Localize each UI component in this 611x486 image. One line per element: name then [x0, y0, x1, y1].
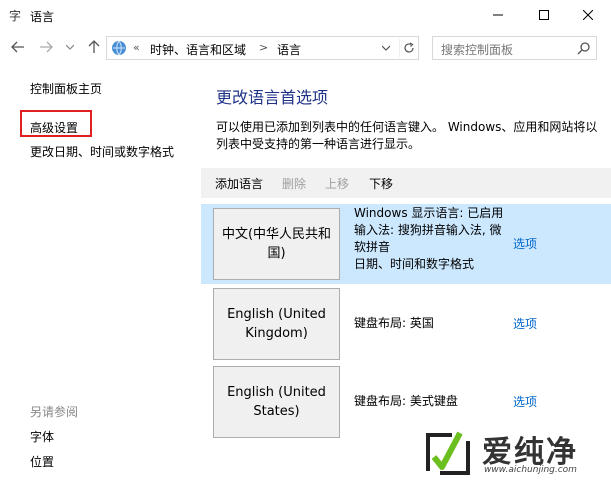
recent-locations-button[interactable]	[60, 37, 80, 57]
change-date-time-format-link[interactable]: 更改日期、时间或数字格式	[30, 143, 174, 160]
options-link[interactable]: 选项	[513, 393, 537, 410]
language-details: Windows 显示语言: 已启用 输入法: 搜狗拼音输入法, 微软拼音 日期、…	[354, 205, 504, 273]
forward-button[interactable]	[36, 37, 56, 57]
watermark: 爱纯净 www.aichunjing.com	[420, 425, 608, 483]
format-info: 日期、时间和数字格式	[354, 257, 475, 271]
breadcrumb-language[interactable]: 语言	[277, 41, 301, 58]
navigation-bar: « 时钟、语言和区域 > 语言 搜索控制面板	[0, 32, 611, 62]
keyboard-layout-info: 键盘布局: 美式键盘	[354, 394, 458, 408]
control-panel-icon	[110, 39, 128, 57]
address-dropdown-button[interactable]	[377, 39, 395, 57]
keyboard-layout-info: 键盘布局: 英国	[354, 316, 434, 330]
back-button[interactable]	[8, 37, 28, 57]
window-title: 语言	[30, 10, 55, 24]
up-button[interactable]	[84, 37, 104, 57]
control-panel-home-link[interactable]: 控制面板主页	[30, 80, 102, 97]
svg-text:字: 字	[9, 8, 21, 22]
page-description: 可以使用已添加到列表中的任何语言键入。 Windows、应用和网站将以列表中受支…	[216, 120, 598, 151]
chevron-down-icon	[382, 45, 390, 51]
advanced-settings-link[interactable]: 高级设置	[30, 119, 78, 136]
language-icon: 字	[8, 8, 22, 23]
input-method-info: 输入法: 搜狗拼音输入法, 微软拼音	[354, 223, 502, 254]
arrow-up-icon	[88, 40, 100, 53]
language-details: 键盘布局: 美式键盘	[354, 393, 504, 410]
refresh-button[interactable]	[399, 39, 417, 57]
see-also-heading: 另请参阅	[30, 405, 79, 419]
language-toolbar: 添加语言 删除 上移 下移	[201, 168, 611, 198]
page-title: 更改语言首选项	[216, 88, 329, 107]
arrow-left-icon	[11, 41, 24, 53]
language-row-english-uk[interactable]: English (United Kingdom) 键盘布局: 英国 选项	[201, 284, 611, 364]
language-tile[interactable]: English (United States)	[213, 366, 340, 438]
remove-button[interactable]: 删除	[282, 175, 306, 192]
move-up-button[interactable]: 上移	[325, 175, 349, 192]
language-row-chinese[interactable]: 中文(中华人民共和国) Windows 显示语言: 已启用 输入法: 搜狗拼音输…	[201, 204, 611, 284]
search-icon[interactable]	[577, 41, 591, 55]
watermark-url: www.aichunjing.com	[484, 465, 577, 475]
title-bar: 字 语言	[0, 0, 611, 32]
language-tile[interactable]: English (United Kingdom)	[213, 288, 340, 360]
language-details: 键盘布局: 英国	[354, 315, 504, 332]
options-link[interactable]: 选项	[513, 235, 537, 252]
search-input[interactable]: 搜索控制面板	[432, 36, 597, 60]
chevron-down-icon	[66, 44, 74, 50]
location-link[interactable]: 位置	[30, 453, 54, 470]
display-language-status: Windows 显示语言: 已启用	[354, 206, 504, 220]
fonts-link[interactable]: 字体	[30, 428, 54, 445]
search-placeholder: 搜索控制面板	[441, 43, 514, 57]
arrow-right-icon	[40, 41, 53, 53]
watermark-logo-icon	[422, 427, 474, 479]
address-bar[interactable]: « 时钟、语言和区域 > 语言	[106, 36, 419, 60]
language-tile[interactable]: 中文(中华人民共和国)	[213, 208, 340, 280]
refresh-icon	[403, 42, 414, 53]
breadcrumb-overflow[interactable]: «	[133, 41, 140, 54]
add-language-button[interactable]: 添加语言	[215, 175, 263, 192]
close-button[interactable]	[565, 0, 611, 30]
breadcrumb-clock-language-region[interactable]: 时钟、语言和区域	[150, 41, 246, 58]
maximize-button[interactable]	[521, 0, 567, 30]
options-link[interactable]: 选项	[513, 315, 537, 332]
move-down-button[interactable]: 下移	[369, 175, 393, 192]
minimize-button[interactable]	[475, 0, 521, 30]
breadcrumb-separator[interactable]: >	[259, 41, 268, 54]
